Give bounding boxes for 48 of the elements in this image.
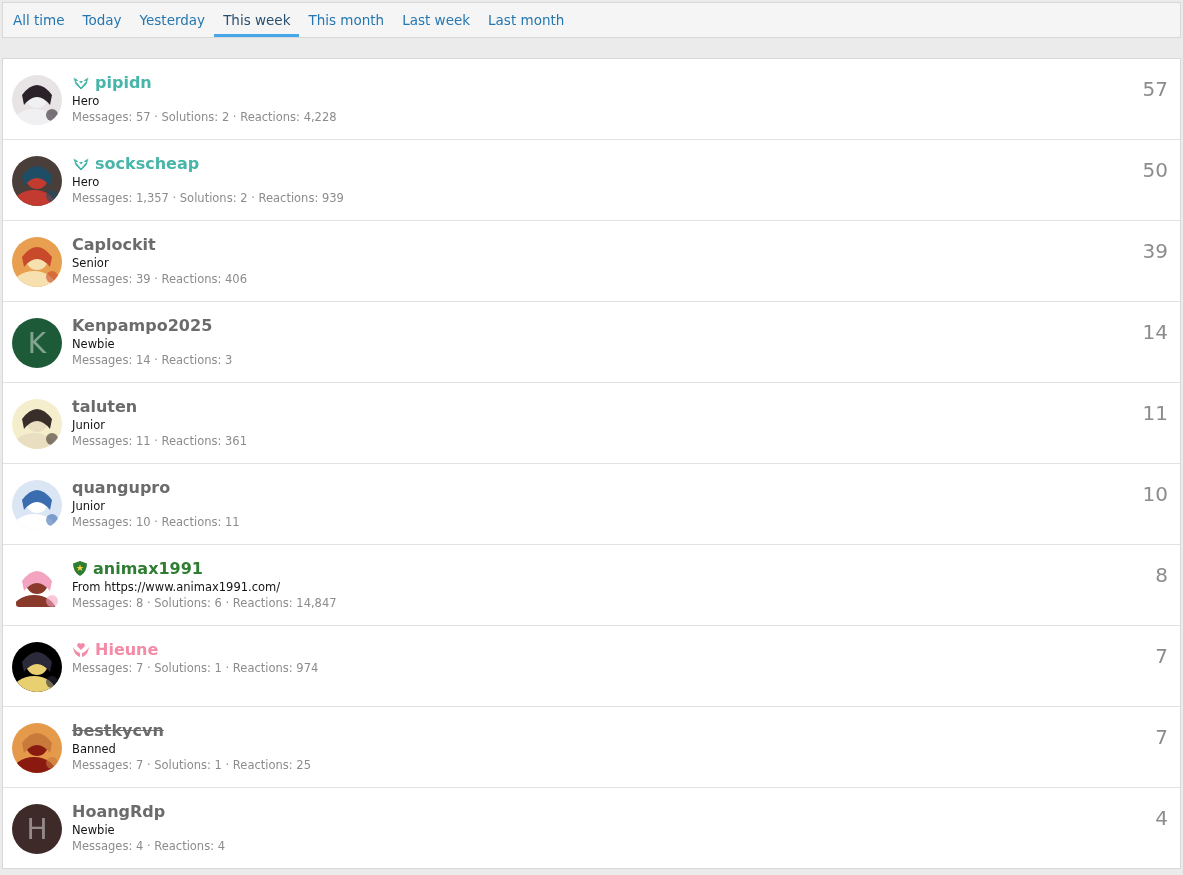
member-title: Banned [72, 742, 117, 756]
period-tab[interactable]: This month [299, 3, 394, 37]
member-name[interactable]: bestkycvn [72, 721, 164, 740]
member-stats: Messages: 10 · Reactions: 11 [72, 515, 241, 529]
member-name[interactable]: Kenpampo2025 [72, 316, 213, 335]
member-stats: Messages: 39 · Reactions: 406 [72, 272, 248, 286]
member-stats: Messages: 57 · Solutions: 2 · Reactions: 4,228 [72, 110, 338, 124]
period-tab[interactable]: Today [73, 3, 131, 37]
message-count: 8 [1155, 563, 1168, 587]
member-title: Junior [72, 418, 106, 432]
member-stats: Messages: 7 · Solutions: 1 · Reactions: 25 [72, 758, 312, 772]
member-stats: Messages: 14 · Reactions: 3 [72, 353, 234, 367]
member-name[interactable]: quangupro [72, 478, 171, 497]
member-stats: Messages: 4 · Reactions: 4 [72, 839, 226, 853]
member-name[interactable]: taluten [72, 397, 138, 416]
member-name[interactable]: sockscheap [95, 154, 200, 173]
message-count: 4 [1155, 806, 1168, 830]
member-name[interactable]: animax1991 [93, 559, 203, 578]
period-tab[interactable]: Yesterday [130, 3, 215, 37]
period-tab[interactable]: Last month [479, 3, 574, 37]
member-title: Junior [72, 499, 106, 513]
period-tab[interactable]: This week [214, 3, 300, 37]
message-count: 50 [1142, 158, 1168, 182]
message-count: 7 [1155, 725, 1168, 749]
member-title: Hero [72, 175, 101, 189]
avatar[interactable]: H [12, 804, 62, 854]
message-count: 39 [1142, 239, 1168, 263]
message-count: 57 [1142, 77, 1168, 101]
member-stats: Messages: 8 · Solutions: 6 · Reactions: 14,847 [72, 596, 338, 610]
member-title: Senior [72, 256, 110, 270]
avatar[interactable]: K [12, 318, 62, 368]
member-name[interactable]: pipidn [95, 73, 152, 92]
member-title: Newbie [72, 823, 116, 837]
period-tab[interactable]: Last week [393, 3, 480, 37]
period-tab[interactable]: All time [4, 3, 74, 37]
message-count: 7 [1155, 644, 1168, 668]
member-title: Newbie [72, 337, 116, 351]
message-count: 11 [1142, 401, 1168, 425]
member-stats: Messages: 11 · Reactions: 361 [72, 434, 248, 448]
message-count: 10 [1142, 482, 1168, 506]
message-count: 14 [1142, 320, 1168, 344]
member-stats: Messages: 1,357 · Solutions: 2 · Reactions: 939 [72, 191, 345, 205]
member-name[interactable]: HoangRdp [72, 802, 166, 821]
member-name[interactable]: Caplockit [72, 235, 156, 254]
member-title: Hero [72, 94, 101, 108]
member-title: From https://www.animax1991.com/ [72, 580, 282, 594]
member-stats: Messages: 7 · Solutions: 1 · Reactions: 974 [72, 661, 320, 675]
member-name[interactable]: Hieune [95, 640, 159, 659]
